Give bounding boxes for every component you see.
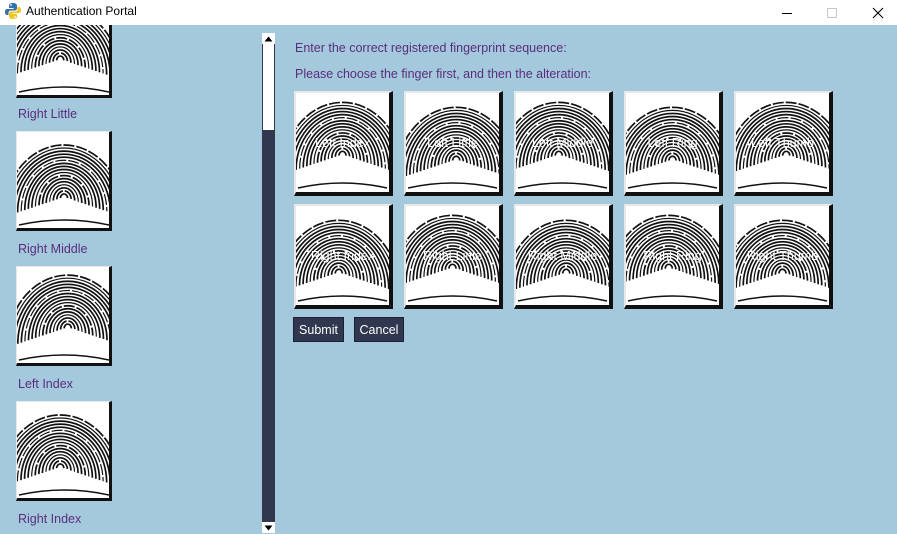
fingerprint-image xyxy=(16,25,112,98)
finger-button-right-ring[interactable]: Right Ring xyxy=(624,204,723,309)
list-item-label: Right Index xyxy=(18,512,82,526)
window-title: Authentication Portal xyxy=(26,4,137,18)
list-item[interactable] xyxy=(16,131,112,231)
finger-button-left-index[interactable]: Left Index xyxy=(294,91,393,196)
list-item-label: Left Index xyxy=(18,377,73,391)
vertical-scrollbar[interactable] xyxy=(262,33,275,533)
minimize-icon xyxy=(782,12,792,14)
fingerprint-image xyxy=(16,131,112,231)
fingerprint-image xyxy=(16,401,112,501)
finger-button-label: Left Ring xyxy=(647,135,698,150)
close-button[interactable] xyxy=(855,0,897,25)
list-item[interactable] xyxy=(16,401,112,501)
finger-button-label: Left Thumb xyxy=(750,135,814,150)
chevron-up-icon xyxy=(264,36,273,41)
maximize-button[interactable] xyxy=(809,0,855,25)
minimize-button[interactable] xyxy=(764,0,810,25)
list-item-label: Right Middle xyxy=(18,242,88,256)
finger-button-label: Right Index xyxy=(310,248,375,263)
finger-button-left-middle[interactable]: Left Middle xyxy=(514,91,613,196)
chevron-down-icon xyxy=(264,525,273,530)
finger-button-right-middle[interactable]: Right Middle xyxy=(514,204,613,309)
list-item-label: Right Little xyxy=(18,107,78,121)
finger-button-label: Left Little xyxy=(427,135,478,150)
finger-button-label: Right Ring xyxy=(643,248,702,263)
scrollbar-thumb[interactable] xyxy=(263,44,274,130)
finger-button-label: Right Little xyxy=(422,248,483,263)
finger-list-panel: Right Little Right Middle Left Index Rig… xyxy=(0,25,262,534)
python-icon xyxy=(4,2,22,20)
choose-prompt: Please choose the finger first, and then… xyxy=(295,67,592,81)
cancel-button[interactable]: Cancel xyxy=(354,317,404,342)
finger-button-label: Right Middle xyxy=(527,248,598,263)
sequence-prompt: Enter the correct registered fingerprint… xyxy=(295,41,567,55)
finger-button-left-thumb[interactable]: Left Thumb xyxy=(734,91,833,196)
finger-button-left-ring[interactable]: Left Ring xyxy=(624,91,723,196)
title-bar: Authentication Portal xyxy=(0,0,897,25)
finger-button-right-little[interactable]: Right Little xyxy=(404,204,503,309)
finger-button-right-index[interactable]: Right Index xyxy=(294,204,393,309)
finger-button-label: Left Index xyxy=(315,135,370,150)
finger-button-right-thumb[interactable]: Right Thumb xyxy=(734,204,833,309)
submit-button[interactable]: Submit xyxy=(293,317,344,342)
maximize-icon xyxy=(827,7,837,18)
fingerprint-image xyxy=(16,266,112,366)
close-icon xyxy=(872,7,884,18)
finger-button-label: Right Thumb xyxy=(746,248,819,263)
finger-button-label: Left Middle xyxy=(531,135,594,150)
finger-button-left-little[interactable]: Left Little xyxy=(404,91,503,196)
list-item[interactable] xyxy=(16,25,112,98)
list-item[interactable] xyxy=(16,266,112,366)
scroll-up-button[interactable] xyxy=(262,33,275,44)
scroll-down-button[interactable] xyxy=(262,522,275,533)
